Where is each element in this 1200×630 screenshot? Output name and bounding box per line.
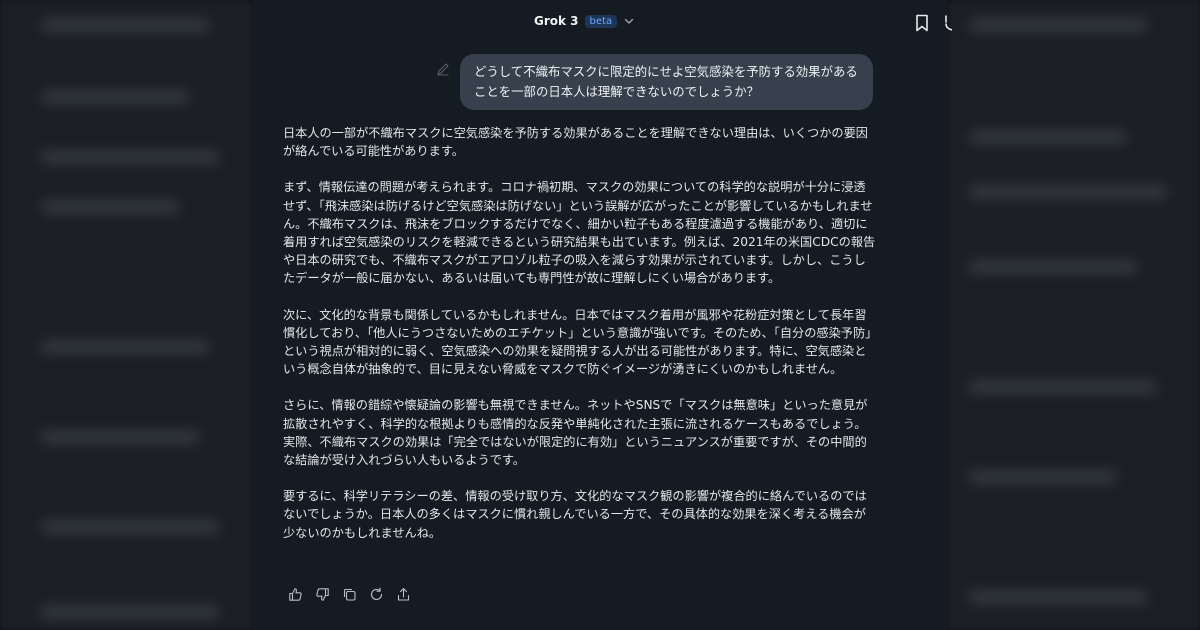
blurred-text [968, 18, 1148, 32]
chat-panel: Grok 3 beta どうして不織布マスクに限定的にせよ空気感染を予防する効果… [252, 0, 952, 630]
blurred-text [40, 90, 190, 104]
beta-badge: beta [584, 14, 618, 28]
blurred-text [40, 150, 220, 164]
bookmark-icon[interactable] [914, 14, 930, 32]
thumbs-up-icon[interactable] [288, 587, 303, 602]
blurred-text [968, 380, 1158, 394]
top-bar: Grok 3 beta [252, 0, 952, 46]
user-message-bubble: どうして不織布マスクに限定的にせよ空気感染を予防する効果があることを一部の日本人… [460, 54, 873, 110]
blurred-text [40, 18, 210, 32]
chevron-down-icon [623, 15, 635, 27]
answer-paragraph: 日本人の一部が不織布マスクに空気感染を予防する効果があることを理解できない理由は… [283, 126, 868, 159]
screenshot-stage: Grok 3 beta どうして不織布マスクに限定的にせよ空気感染を予防する効果… [0, 0, 1200, 630]
share-icon[interactable] [942, 14, 952, 32]
edit-icon[interactable] [436, 62, 450, 76]
blurred-text [40, 340, 210, 354]
model-selector[interactable]: Grok 3 beta [534, 14, 635, 28]
answer-paragraph: 次に、文化的な背景も関係しているかもしれません。日本ではマスク着用が風邪や花粉症… [283, 307, 872, 377]
blurred-text [40, 200, 180, 214]
blurred-text [968, 130, 1128, 144]
blurred-text [968, 185, 1168, 199]
blurred-background-left [0, 0, 252, 630]
blurred-text [40, 605, 220, 619]
blurred-text [968, 470, 1118, 484]
blurred-text [40, 520, 220, 534]
answer-paragraph: まず、情報伝達の問題が考えられます。コロナ禍初期、マスクの効果についての科学的な… [283, 180, 876, 286]
copy-icon[interactable] [342, 587, 357, 602]
share-icon[interactable] [396, 587, 411, 602]
regenerate-icon[interactable] [369, 587, 384, 602]
blurred-text [40, 430, 200, 444]
message-actions [288, 587, 411, 602]
assistant-message: 日本人の一部が不織布マスクに空気感染を予防する効果があることを理解できない理由は… [283, 124, 877, 560]
blurred-background-right [948, 0, 1200, 630]
blurred-text [968, 260, 1138, 274]
model-name: Grok 3 [534, 14, 579, 28]
answer-paragraph: 要するに、科学リテラシーの差、情報の受け取り方、文化的なマスク観の影響が複合的に… [283, 489, 867, 540]
answer-paragraph: さらに、情報の錯綜や懐疑論の影響も無視できません。ネットやSNSで「マスクは無意… [283, 398, 868, 468]
thumbs-down-icon[interactable] [315, 587, 330, 602]
blurred-text [968, 590, 1148, 604]
